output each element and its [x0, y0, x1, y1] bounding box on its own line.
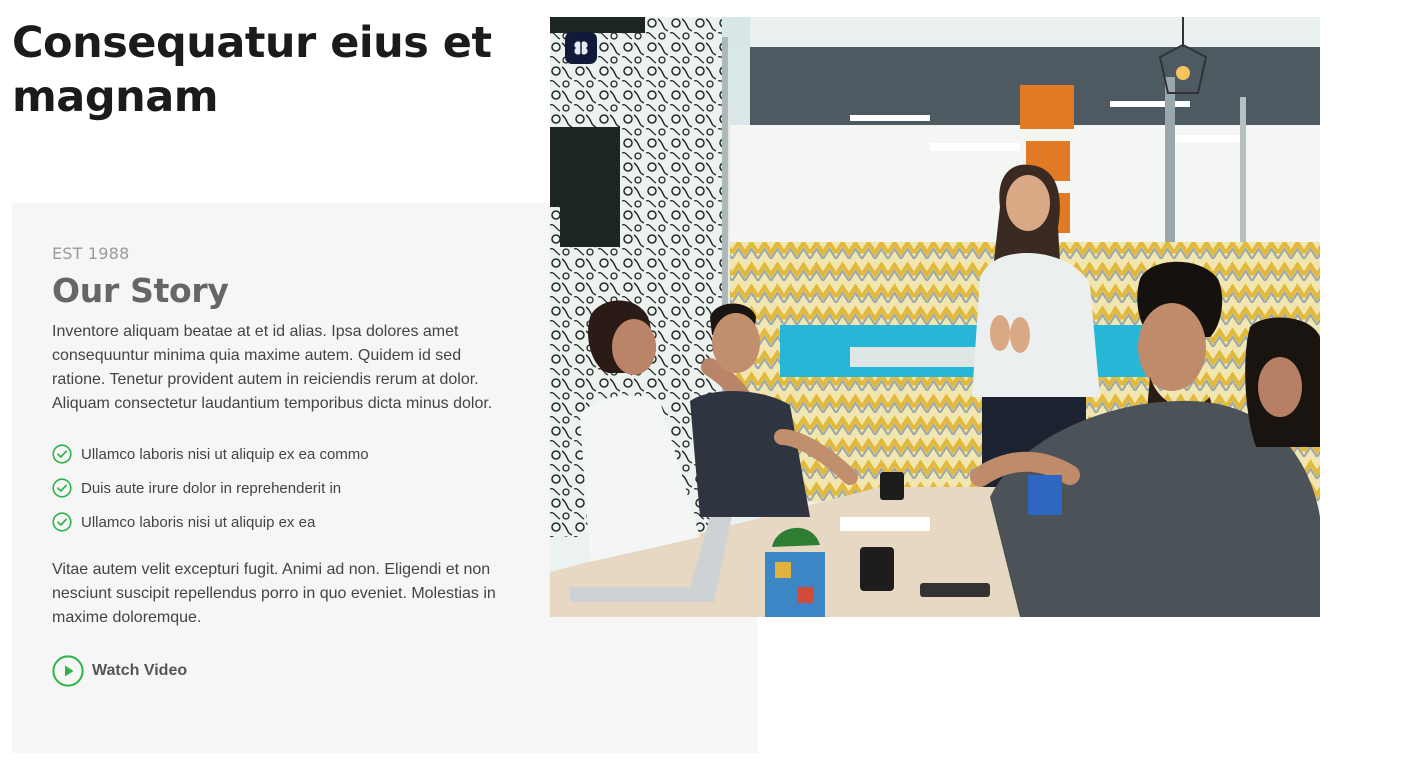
feature-item: Ullamco laboris nisi ut aliquip ex ea [52, 505, 502, 539]
watch-video-button[interactable]: Watch Video [52, 655, 502, 687]
check-circle-icon [52, 512, 72, 532]
page-title: Consequatur eius et magnam [12, 18, 492, 122]
play-circle-icon [52, 655, 84, 687]
brain-icon-glyph [574, 41, 588, 55]
section-title: Our Story [52, 271, 229, 310]
feature-item: Ullamco laboris nisi ut aliquip ex ea co… [52, 437, 502, 471]
story-paragraph-secondary: Vitae autem velit excepturi fugit. Animi… [52, 561, 496, 626]
brain-icon[interactable] [565, 32, 597, 64]
est-label: EST 1988 [52, 244, 130, 263]
feature-list: Ullamco laboris nisi ut aliquip ex ea co… [52, 437, 502, 539]
meeting-photo [550, 17, 1320, 617]
check-circle-icon [52, 478, 72, 498]
feature-item: Duis aute irure dolor in reprehenderit i… [52, 471, 502, 505]
check-circle-icon [52, 444, 72, 464]
meeting-photo-illustration [550, 17, 1320, 617]
feature-text: Ullamco laboris nisi ut aliquip ex ea [81, 513, 316, 531]
feature-text: Duis aute irure dolor in reprehenderit i… [81, 479, 342, 497]
story-paragraph: Inventore aliquam beatae at et id alias.… [52, 323, 493, 412]
story-content: EST 1988 Our Story Inventore aliquam bea… [52, 243, 502, 687]
watch-video-label: Watch Video [92, 662, 188, 679]
feature-text: Ullamco laboris nisi ut aliquip ex ea co… [81, 445, 369, 463]
